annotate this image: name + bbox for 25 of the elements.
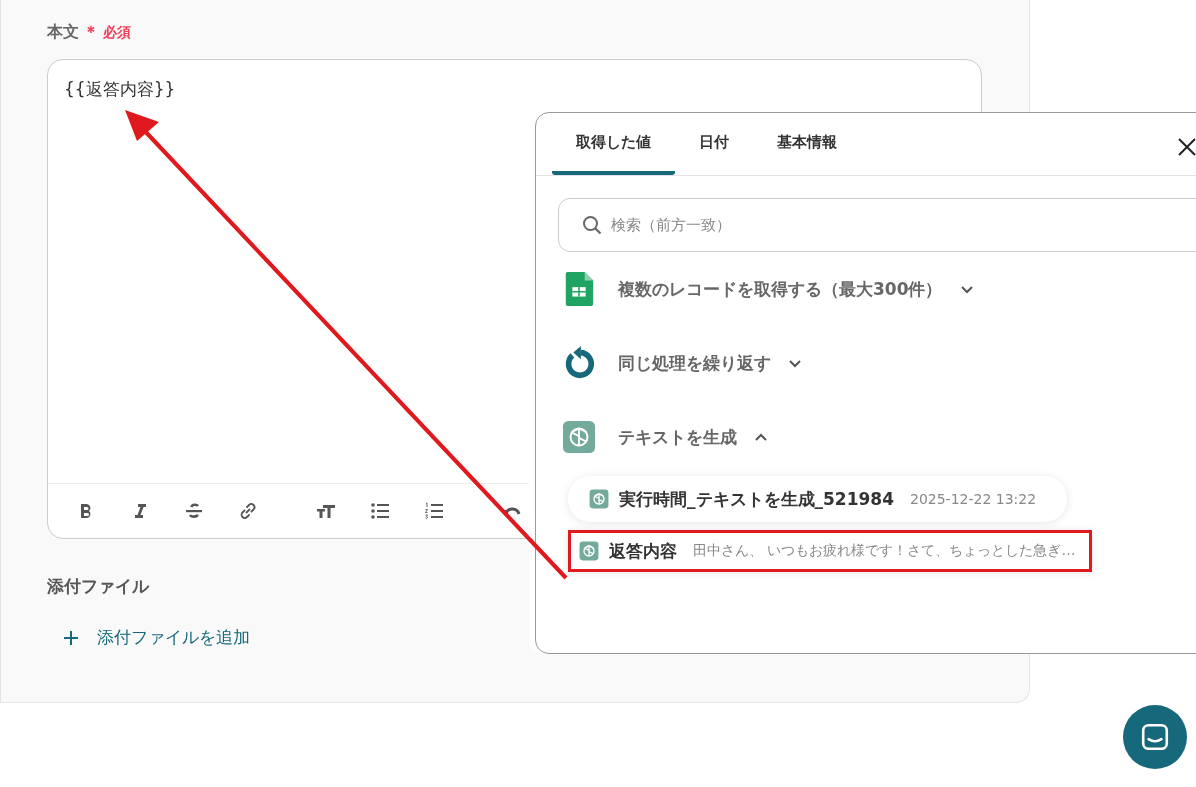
link-icon[interactable] bbox=[238, 501, 258, 521]
chat-bubble-icon bbox=[1140, 722, 1170, 752]
attachments-label: 添付ファイル bbox=[47, 575, 151, 598]
picker-tab[interactable]: 取得した値 bbox=[552, 113, 675, 175]
group-title[interactable]: 複数のレコードを取得する（最大300件） bbox=[618, 277, 943, 301]
ai-knot-icon bbox=[579, 541, 599, 561]
bullet-list-icon[interactable] bbox=[370, 501, 390, 521]
group-title[interactable]: 同じ処理を繰り返す bbox=[618, 351, 771, 375]
editor-text: {{返答内容}} bbox=[64, 79, 176, 99]
picker-tab[interactable]: 日付 bbox=[675, 113, 753, 175]
ai-knot-icon bbox=[562, 420, 596, 454]
field-label: 本文 bbox=[47, 22, 79, 43]
strikethrough-icon[interactable] bbox=[184, 501, 204, 521]
required-mark: ＊ bbox=[83, 22, 99, 43]
ai-knot-icon bbox=[589, 489, 609, 509]
search-icon bbox=[582, 215, 602, 235]
plus-icon bbox=[63, 629, 79, 646]
add-attachment-link[interactable]: 添付ファイルを追加 bbox=[63, 626, 250, 649]
value-item[interactable]: 返答内容 田中さん、 いつもお疲れ様です！さて、ちょっとした急ぎ… bbox=[568, 530, 1093, 572]
group-title[interactable]: テキストを生成 bbox=[618, 425, 737, 449]
numbered-list-icon[interactable] bbox=[424, 501, 444, 521]
picker-tab[interactable]: 基本情報 bbox=[753, 113, 861, 175]
required-label: 必須 bbox=[103, 24, 131, 42]
close-icon[interactable] bbox=[1177, 137, 1196, 157]
search-field[interactable]: 検索（前方一致） bbox=[558, 198, 1196, 252]
